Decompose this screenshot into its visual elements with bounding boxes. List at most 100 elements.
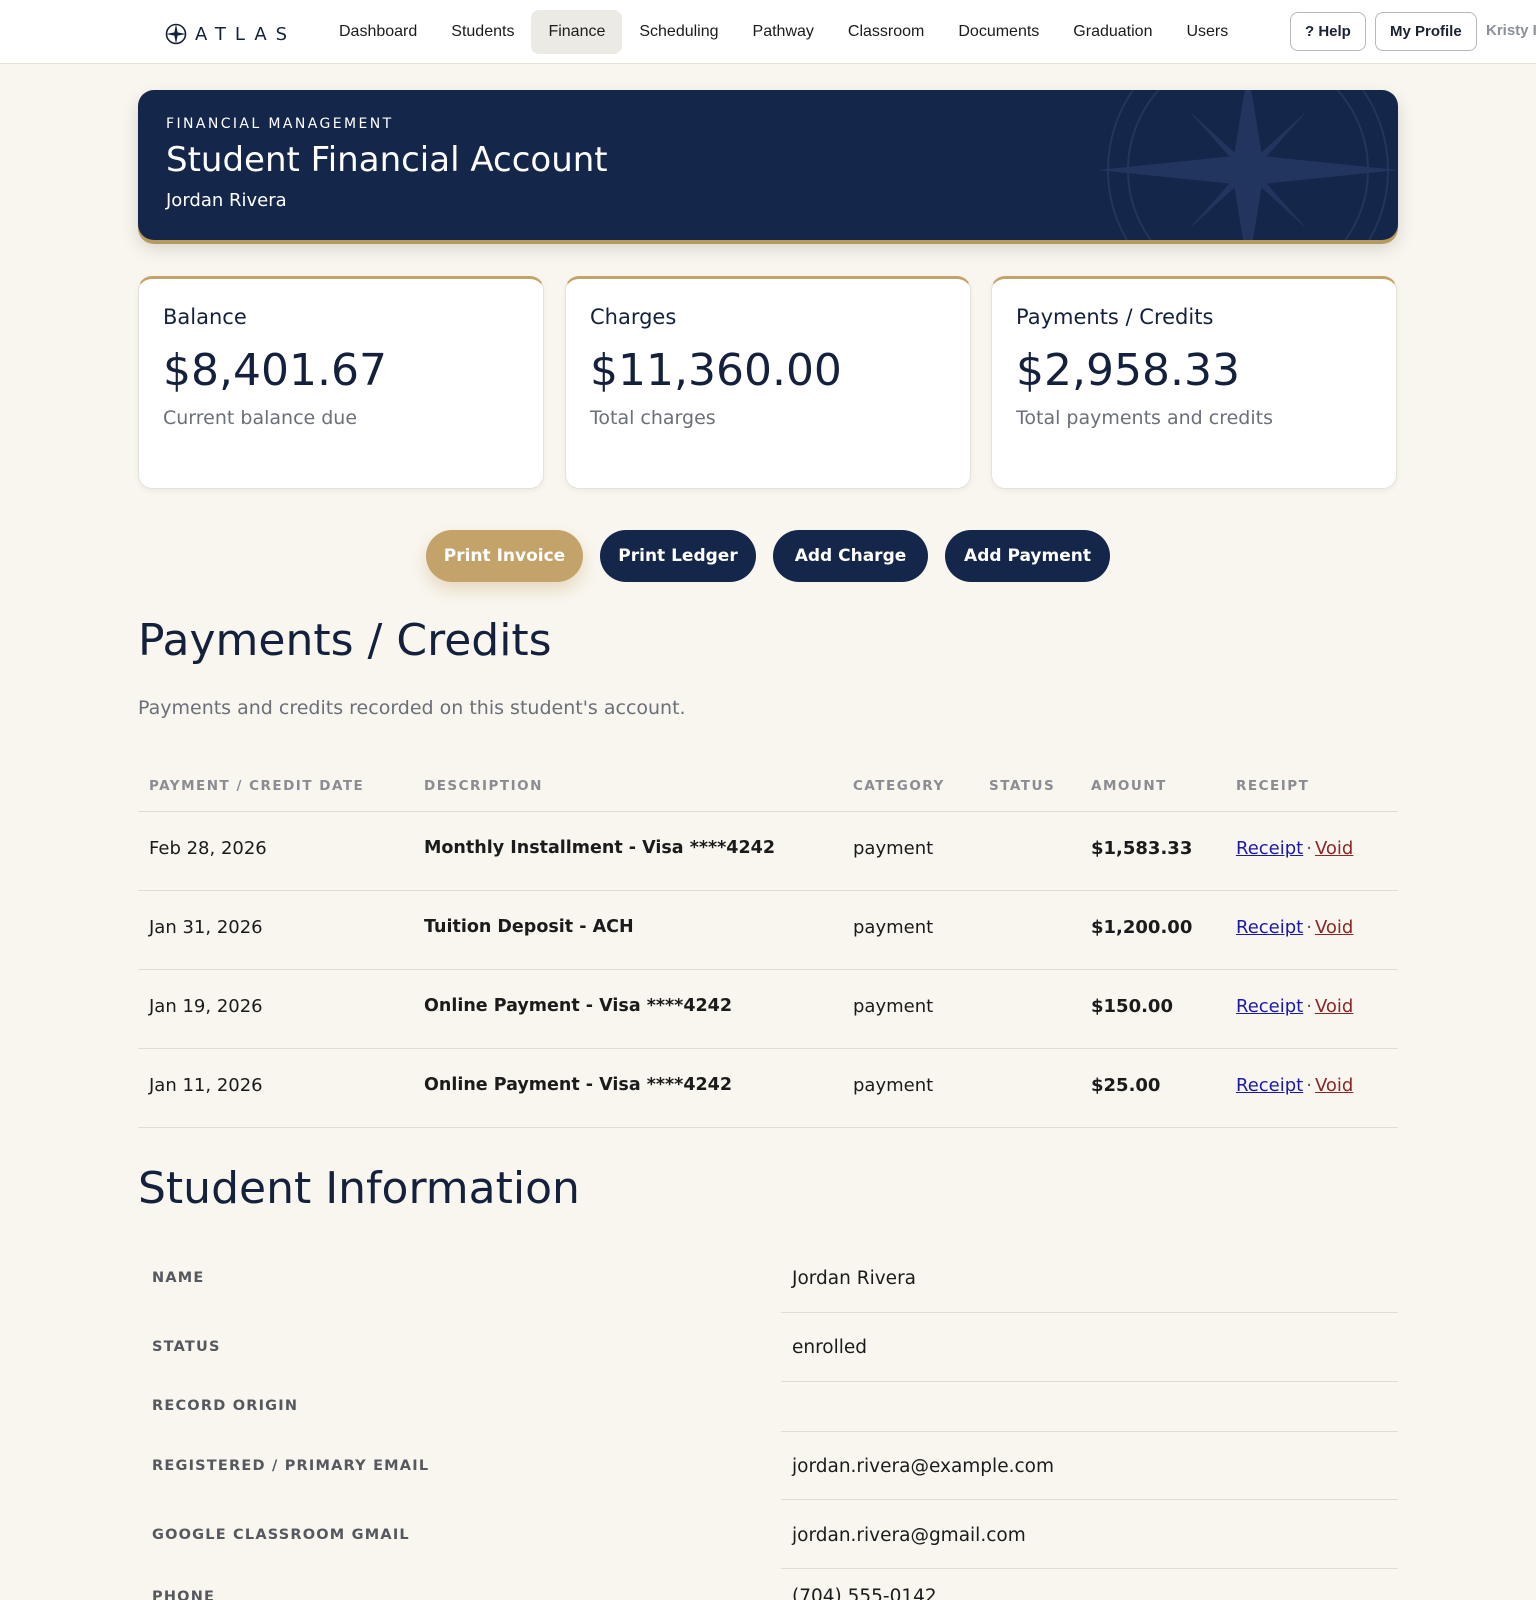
- nav-scheduling[interactable]: Scheduling: [622, 10, 735, 54]
- payments-credits-description: Total payments and credits: [1016, 407, 1273, 429]
- charges-card: Charges $11,360.00 Total charges: [565, 276, 971, 489]
- info-value: jordan.rivera@gmail.com: [792, 1525, 1026, 1546]
- nav-users[interactable]: Users: [1169, 10, 1245, 54]
- payments-section-subtitle: Payments and credits recorded on this st…: [138, 697, 686, 719]
- compass-watermark-icon: [1098, 90, 1398, 240]
- table-row: Jan 19, 2026 Online Payment - Visa ****4…: [138, 970, 1398, 1049]
- charges-description: Total charges: [590, 407, 716, 429]
- balance-description: Current balance due: [163, 407, 358, 429]
- column-header-date: PAYMENT / CREDIT DATE: [149, 778, 365, 794]
- info-value: Jordan Rivera: [792, 1268, 917, 1289]
- void-link[interactable]: Void: [1315, 996, 1353, 1017]
- row-divider: [781, 1381, 1398, 1382]
- payments-credits-card: Payments / Credits $2,958.33 Total payme…: [991, 276, 1397, 489]
- receipt-actions: Receipt · Void: [1236, 996, 1353, 1017]
- payment-date: Jan 11, 2026: [149, 1075, 263, 1096]
- void-link[interactable]: Void: [1315, 1075, 1353, 1096]
- nav-students[interactable]: Students: [434, 10, 531, 54]
- top-navigation: ATLAS Dashboard Students Finance Schedul…: [0, 0, 1536, 64]
- info-value: enrolled: [792, 1337, 868, 1358]
- current-user-name[interactable]: Kristy I: [1486, 22, 1536, 39]
- page-header-banner: FINANCIAL MANAGEMENT Student Financial A…: [138, 90, 1398, 240]
- payments-table: PAYMENT / CREDIT DATE DESCRIPTION CATEGO…: [138, 760, 1398, 1128]
- receipt-actions: Receipt · Void: [1236, 917, 1353, 938]
- payment-date: Jan 19, 2026: [149, 996, 263, 1017]
- receipt-link[interactable]: Receipt: [1236, 1075, 1303, 1096]
- info-label: NAME: [152, 1270, 205, 1286]
- add-charge-button[interactable]: Add Charge: [773, 530, 928, 582]
- nav-pathway[interactable]: Pathway: [736, 10, 831, 54]
- atlas-logo[interactable]: ATLAS: [165, 22, 296, 46]
- balance-label: Balance: [163, 305, 247, 329]
- payment-category: payment: [853, 1075, 934, 1096]
- add-payment-button[interactable]: Add Payment: [945, 530, 1110, 582]
- student-info-section-title: Student Information: [138, 1163, 580, 1214]
- separator-dot: ·: [1306, 996, 1312, 1017]
- info-value: (704) 555-0142: [792, 1586, 937, 1600]
- separator-dot: ·: [1306, 1075, 1312, 1096]
- my-profile-button[interactable]: My Profile: [1375, 12, 1477, 51]
- payments-credits-value: $2,958.33: [1016, 345, 1240, 396]
- info-value: jordan.rivera@example.com: [792, 1456, 1054, 1477]
- nav-graduation[interactable]: Graduation: [1056, 10, 1169, 54]
- void-link[interactable]: Void: [1315, 838, 1353, 859]
- receipt-actions: Receipt · Void: [1236, 1075, 1353, 1096]
- charges-label: Charges: [590, 305, 677, 329]
- column-header-category: CATEGORY: [853, 778, 945, 794]
- table-row: Jan 11, 2026 Online Payment - Visa ****4…: [138, 1049, 1398, 1128]
- row-divider: [781, 1499, 1398, 1500]
- receipt-link[interactable]: Receipt: [1236, 838, 1303, 859]
- print-ledger-button[interactable]: Print Ledger: [600, 530, 756, 582]
- payment-category: payment: [853, 917, 934, 938]
- balance-value: $8,401.67: [163, 345, 387, 396]
- help-button[interactable]: ? Help: [1290, 12, 1366, 51]
- payments-credits-label: Payments / Credits: [1016, 305, 1214, 329]
- nav-finance[interactable]: Finance: [531, 10, 623, 54]
- info-label: PHONE: [152, 1589, 216, 1600]
- student-name-subtitle: Jordan Rivera: [166, 190, 287, 211]
- nav-classroom[interactable]: Classroom: [831, 10, 941, 54]
- payment-description: Tuition Deposit - ACH: [424, 917, 634, 937]
- nav-dashboard[interactable]: Dashboard: [322, 10, 434, 54]
- receipt-link[interactable]: Receipt: [1236, 917, 1303, 938]
- column-header-status: STATUS: [989, 778, 1056, 794]
- payment-amount: $150.00: [1091, 996, 1173, 1017]
- table-row: Feb 28, 2026 Monthly Installment - Visa …: [138, 812, 1398, 891]
- nav-documents[interactable]: Documents: [941, 10, 1056, 54]
- charges-value: $11,360.00: [590, 345, 842, 396]
- receipt-link[interactable]: Receipt: [1236, 996, 1303, 1017]
- column-header-amount: AMOUNT: [1091, 778, 1167, 794]
- print-invoice-button[interactable]: Print Invoice: [426, 530, 583, 582]
- payment-description: Online Payment - Visa ****4242: [424, 1075, 733, 1095]
- payment-amount: $1,583.33: [1091, 838, 1193, 859]
- column-header-receipt: RECEIPT: [1236, 778, 1310, 794]
- info-label: RECORD ORIGIN: [152, 1398, 299, 1414]
- info-label: STATUS: [152, 1339, 221, 1355]
- column-header-description: DESCRIPTION: [424, 778, 543, 794]
- main-nav-links: Dashboard Students Finance Scheduling Pa…: [322, 10, 1245, 54]
- payments-section-title: Payments / Credits: [138, 615, 552, 666]
- page-eyebrow: FINANCIAL MANAGEMENT: [166, 116, 394, 132]
- balance-card: Balance $8,401.67 Current balance due: [138, 276, 544, 489]
- compass-icon: [165, 23, 187, 45]
- row-divider: [781, 1312, 1398, 1313]
- separator-dot: ·: [1306, 838, 1312, 859]
- void-link[interactable]: Void: [1315, 917, 1353, 938]
- logo-text: ATLAS: [195, 23, 297, 45]
- receipt-actions: Receipt · Void: [1236, 838, 1353, 859]
- info-label: GOOGLE CLASSROOM GMAIL: [152, 1527, 410, 1543]
- info-label: REGISTERED / PRIMARY EMAIL: [152, 1458, 430, 1474]
- payment-date: Feb 28, 2026: [149, 838, 267, 859]
- payment-description: Online Payment - Visa ****4242: [424, 996, 733, 1016]
- payment-category: payment: [853, 996, 934, 1017]
- row-divider: [781, 1431, 1398, 1432]
- payment-description: Monthly Installment - Visa ****4242: [424, 838, 776, 858]
- separator-dot: ·: [1306, 917, 1312, 938]
- table-row: Jan 31, 2026 Tuition Deposit - ACH payme…: [138, 891, 1398, 970]
- payment-category: payment: [853, 838, 934, 859]
- payment-amount: $25.00: [1091, 1075, 1161, 1096]
- payment-date: Jan 31, 2026: [149, 917, 263, 938]
- row-divider: [781, 1568, 1398, 1569]
- payments-table-header: PAYMENT / CREDIT DATE DESCRIPTION CATEGO…: [138, 760, 1398, 812]
- payment-amount: $1,200.00: [1091, 917, 1193, 938]
